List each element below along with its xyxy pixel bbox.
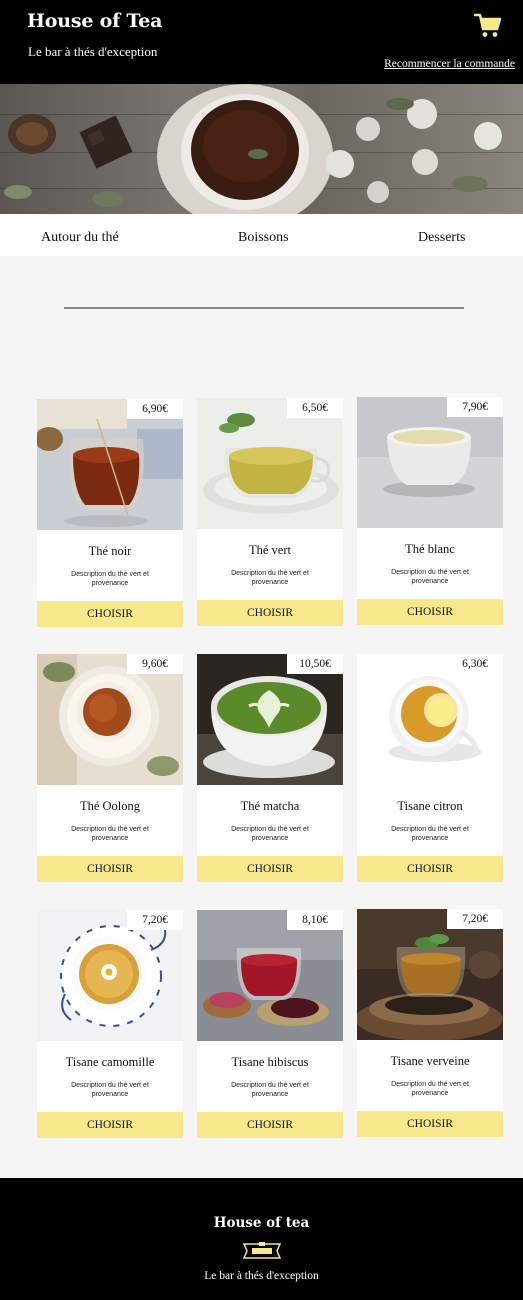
- footer-logo-icon: [241, 1240, 283, 1262]
- product-description: Description du thé vert et provenance: [71, 826, 149, 842]
- product-description: Description du thé vert et provenance: [231, 826, 309, 842]
- shopping-cart-icon[interactable]: [473, 13, 502, 39]
- choose-button[interactable]: CHOISIR: [37, 856, 183, 882]
- product-name: Tisane citron: [397, 799, 463, 813]
- product-description: Description du thé vert et provenance: [391, 826, 469, 842]
- hero-banner-image: [0, 84, 523, 214]
- product-card-the-matcha: 10,50€ Thé matcha Description du thé ver…: [197, 654, 343, 882]
- choose-button[interactable]: CHOISIR: [197, 856, 343, 882]
- nav-item-autour-du-the[interactable]: Autour du thé: [41, 230, 119, 246]
- price-tag: 6,90€: [127, 399, 183, 419]
- product-card-tisane-citron: 6,30€ Tisane citron Description du thé v…: [357, 654, 503, 882]
- price-tag: 10,50€: [287, 654, 343, 674]
- product-description: Description du thé vert et provenance: [391, 569, 469, 585]
- category-nav: Autour du thé Boissons Desserts: [0, 214, 523, 256]
- product-description: Description du thé vert et provenance: [71, 571, 149, 587]
- brand-title[interactable]: House of Tea: [27, 10, 162, 32]
- product-description: Description du thé vert et provenance: [231, 570, 309, 586]
- product-name: Thé blanc: [405, 542, 455, 556]
- site-header: House of Tea Le bar à thés d'exception R…: [0, 0, 523, 84]
- choose-button[interactable]: CHOISIR: [357, 599, 503, 625]
- choose-button[interactable]: CHOISIR: [197, 1112, 343, 1138]
- footer-tagline: Le bar à thés d'exception: [204, 1270, 319, 1282]
- price-tag: 6,50€: [287, 398, 343, 418]
- footer-brand: House of tea: [213, 1215, 310, 1231]
- price-tag: 7,90€: [447, 397, 503, 417]
- product-name: Tisane hibiscus: [231, 1055, 309, 1069]
- choose-button[interactable]: CHOISIR: [37, 601, 183, 627]
- product-name: Thé vert: [249, 543, 291, 557]
- product-description: Description du thé vert et provenance: [231, 1082, 309, 1098]
- choose-button[interactable]: CHOISIR: [197, 600, 343, 626]
- choose-button[interactable]: CHOISIR: [37, 1112, 183, 1138]
- price-tag: 7,20€: [447, 909, 503, 929]
- product-description: Description du thé vert et provenance: [71, 1082, 149, 1098]
- restart-order-link[interactable]: Recommencer la commande: [384, 58, 515, 70]
- nav-item-boissons[interactable]: Boissons: [238, 230, 289, 246]
- product-name: Thé matcha: [240, 799, 300, 813]
- price-tag: 8,10€: [287, 910, 343, 930]
- site-footer: House of tea Le bar à thés d'exception: [0, 1178, 523, 1300]
- product-name: Tisane verveine: [390, 1054, 470, 1068]
- product-description: Description du thé vert et provenance: [391, 1081, 469, 1097]
- product-card-the-oolong: 9,60€ Thé Oolong Description du thé vert…: [37, 654, 183, 882]
- product-name: Thé Oolong: [79, 799, 141, 813]
- product-card-the-blanc: 7,90€ Thé blanc Description du thé vert …: [357, 397, 503, 625]
- price-tag: 9,60€: [127, 654, 183, 674]
- product-card-tisane-verveine: 7,20€ Tisane verveine Description du thé…: [357, 909, 503, 1137]
- section-divider: [64, 307, 464, 309]
- product-card-tisane-hibiscus: 8,10€ Tisane hibiscus Description du thé…: [197, 910, 343, 1138]
- product-card-tisane-camomille: 7,20€ Tisane camomille Description du th…: [37, 910, 183, 1138]
- nav-item-desserts[interactable]: Desserts: [418, 230, 465, 246]
- choose-button[interactable]: CHOISIR: [357, 856, 503, 882]
- brand-tagline: Le bar à thés d'exception: [28, 44, 158, 59]
- product-card-the-noir: 6,90€ Thé noir Description du thé vert e…: [37, 399, 183, 627]
- price-tag: 6,30€: [447, 654, 503, 674]
- product-name: Thé noir: [88, 544, 132, 558]
- choose-button[interactable]: CHOISIR: [357, 1111, 503, 1137]
- product-name: Tisane camomille: [65, 1055, 155, 1069]
- price-tag: 7,20€: [127, 910, 183, 930]
- product-card-the-vert: 6,50€ Thé vert Description du thé vert e…: [197, 398, 343, 626]
